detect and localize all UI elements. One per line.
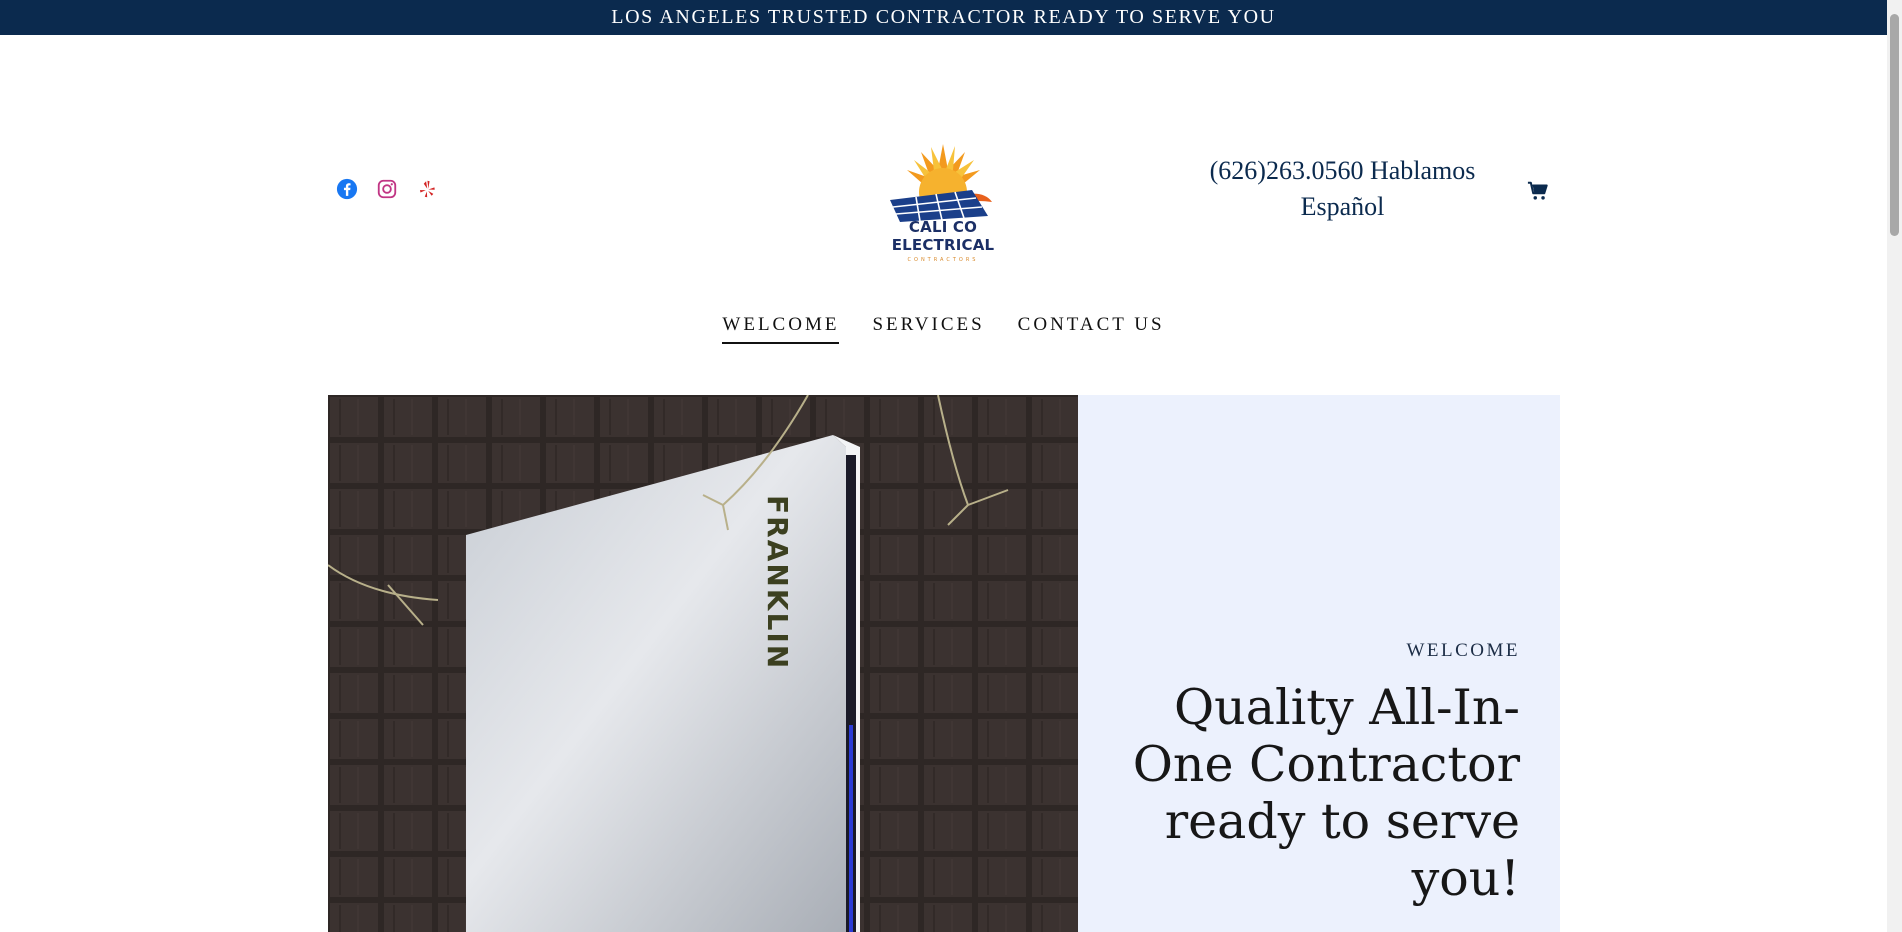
hero-headline: Quality All-In-One Contractor ready to s… bbox=[1132, 679, 1520, 907]
main-nav: WELCOME SERVICES CONTACT US bbox=[0, 314, 1887, 344]
yelp-icon[interactable] bbox=[416, 178, 438, 200]
announcement-bar: LOS ANGELES TRUSTED CONTRACTOR READY TO … bbox=[0, 0, 1887, 35]
cart-icon[interactable] bbox=[1527, 180, 1549, 202]
phone-number[interactable]: (626)263.0560 Hablamos bbox=[1195, 153, 1490, 189]
scrollbar-thumb[interactable] bbox=[1890, 14, 1899, 236]
sun-solar-panel-icon bbox=[890, 144, 992, 222]
site-logo[interactable]: CALI CO ELECTRICAL CONTRACTORS bbox=[860, 140, 1026, 263]
nav-item-contact-us[interactable]: CONTACT US bbox=[1018, 314, 1165, 344]
announcement-text: LOS ANGELES TRUSTED CONTRACTOR READY TO … bbox=[611, 6, 1276, 28]
hero-text-panel: WELCOME Quality All-In-One Contractor re… bbox=[1078, 395, 1560, 932]
facebook-icon[interactable] bbox=[336, 178, 358, 200]
hero-image: FRANKLIN bbox=[328, 395, 1078, 932]
page-scrollbar[interactable] bbox=[1887, 0, 1902, 932]
nav-item-welcome[interactable]: WELCOME bbox=[722, 314, 840, 344]
logo-tagline: CONTRACTORS bbox=[907, 257, 979, 263]
phone-contact[interactable]: (626)263.0560 Hablamos Español bbox=[1195, 153, 1490, 225]
hero-image-brand-text: FRANKLIN bbox=[761, 495, 794, 670]
logo-brand: CALI CO ELECTRICAL bbox=[891, 218, 995, 254]
nav-item-services[interactable]: SERVICES bbox=[872, 314, 984, 344]
instagram-icon[interactable] bbox=[376, 178, 398, 200]
hero-eyebrow: WELCOME bbox=[1406, 640, 1520, 661]
phone-language: Español bbox=[1300, 192, 1385, 221]
social-links bbox=[336, 178, 438, 200]
